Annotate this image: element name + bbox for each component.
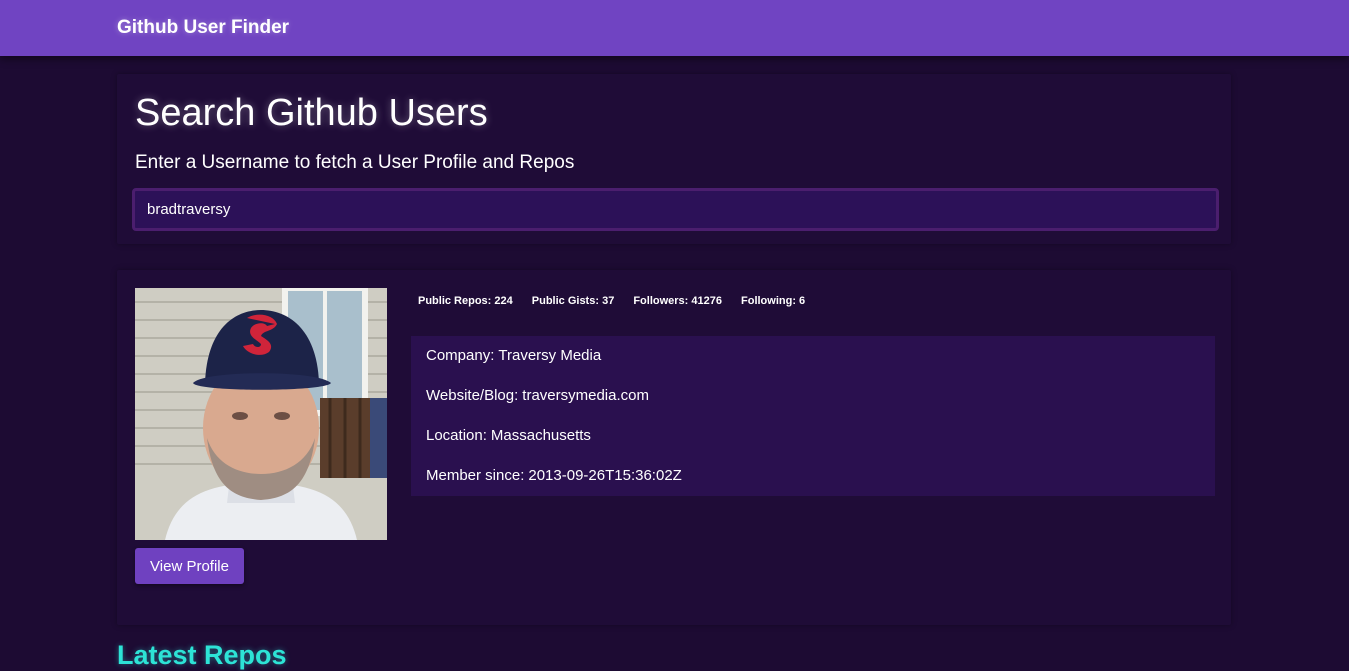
latest-repos-heading: Latest Repos [117, 640, 287, 670]
profile-details: Company: Traversy Media Website/Blog: trav… [411, 336, 1215, 496]
stat-following: Following: 6 [741, 295, 806, 307]
stat-public-gists: Public Gists: 37 [531, 295, 615, 307]
app-brand[interactable]: Github User Finder [117, 17, 289, 39]
page-subtitle: Enter a Username to fetch a User Profile… [135, 152, 575, 173]
detail-location: Location: Massachusetts [426, 427, 591, 444]
detail-website: Website/Blog: traversymedia.com [426, 387, 649, 404]
navbar: Github User Finder [0, 0, 1349, 56]
detail-member-since: Member since: 2013-09-26T15:36:02Z [426, 467, 682, 484]
search-input[interactable] [132, 188, 1219, 231]
avatar [135, 288, 387, 540]
stat-followers: Followers: 41276 [633, 295, 722, 307]
profile-card: View Profile Public Repos: 224 Public Gi… [117, 270, 1231, 625]
detail-company: Company: Traversy Media [426, 347, 602, 364]
stat-public-repos: Public Repos: 224 [418, 295, 513, 307]
stats-bar: Public Repos: 224 Public Gists: 37 Follo… [418, 295, 805, 309]
avatar-photo [135, 288, 387, 540]
page-title: Search Github Users [135, 92, 488, 134]
search-card: Search Github Users Enter a Username to … [117, 74, 1231, 244]
view-profile-button[interactable]: View Profile [135, 548, 244, 584]
